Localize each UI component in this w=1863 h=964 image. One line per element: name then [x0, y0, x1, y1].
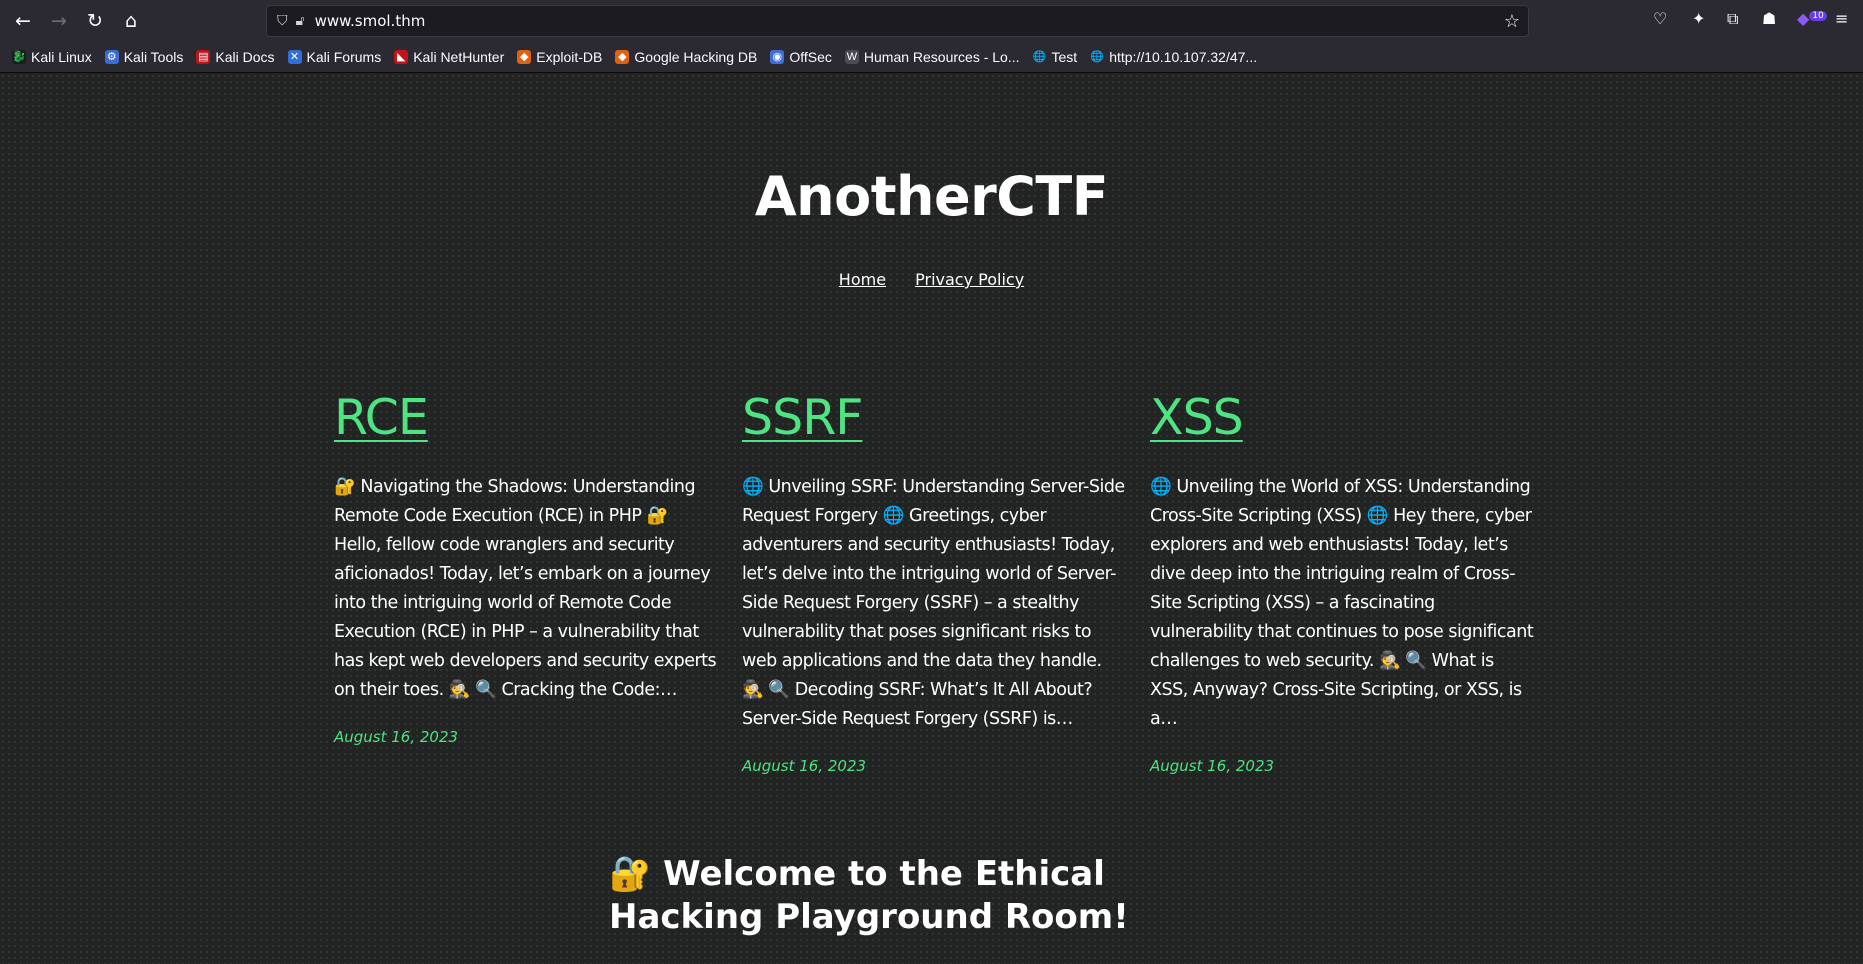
extension-icon[interactable]: ✦ [1692, 9, 1705, 28]
bookmark-favicon-icon: W [844, 50, 859, 64]
bookmark-item[interactable]: 🐉 Kali Linux [12, 49, 92, 65]
bookmark-favicon-icon: ◉ [770, 50, 785, 64]
bookmark-favicon-icon: ⚙ [104, 50, 119, 64]
shield-icon[interactable]: ⛉ [277, 13, 288, 29]
bookmark-item[interactable]: 🌐 Test [1033, 49, 1078, 65]
nav-privacy-policy-link[interactable]: Privacy Policy [915, 270, 1024, 289]
bookmark-favicon-icon: 🐉 [12, 50, 26, 64]
bookmark-favicon-icon: ◣ [394, 50, 409, 64]
bookmark-label: Test [1051, 49, 1078, 65]
post-title-link[interactable]: XSS [1150, 389, 1244, 446]
post-excerpt: 🔐 Navigating the Shadows: Understanding … [334, 477, 717, 700]
bookmark-favicon-icon: 🌐 [1032, 51, 1047, 63]
bookmark-item[interactable]: W Human Resources - Lo... [844, 49, 1020, 65]
bookmark-label: OffSec [789, 49, 832, 65]
pocket-icon[interactable]: ♡ [1653, 9, 1667, 28]
url-bar[interactable]: ⛉ 🔓︎ www.smol.thm ☆ [266, 5, 1529, 37]
bookmark-favicon-icon: ◆ [615, 50, 630, 64]
browser-toolbar: ← → ↻ ⌂ ⛉ 🔓︎ www.smol.thm ☆ ♡ ✦ ⧉ ☗ ◆ 10 … [0, 0, 1863, 42]
home-icon[interactable]: ⌂ [116, 6, 146, 36]
post-title-link[interactable]: RCE [334, 389, 429, 446]
bookmark-item[interactable]: ◉ OffSec [770, 49, 832, 65]
post-card: RCE 🔐 Navigating the Shadows: Understand… [334, 389, 719, 746]
site-title[interactable]: AnotherCTF [0, 165, 1863, 228]
post-date[interactable]: August 16, 2023 [334, 728, 719, 746]
hat-icon[interactable]: ☗ [1762, 9, 1776, 28]
bookmark-label: http://10.10.107.32/47... [1109, 49, 1258, 65]
bookmark-label: Kali Forums [306, 49, 382, 65]
badge-extension-icon[interactable]: ◆ 10 [1797, 9, 1827, 28]
bookmark-favicon-icon: ▤ [196, 50, 211, 64]
bookmark-label: Kali Tools [123, 49, 184, 65]
bookmark-item[interactable]: 🌐 http://10.10.107.32/47... [1090, 49, 1257, 65]
extensions-puzzle-icon[interactable]: ⧉ [1727, 9, 1738, 29]
bookmark-star-icon[interactable]: ☆ [1504, 11, 1520, 32]
bookmark-item[interactable]: ✕ Kali Forums [287, 49, 382, 65]
bookmark-item[interactable]: ◆ Exploit-DB [517, 49, 602, 65]
post-date[interactable]: August 16, 2023 [1150, 757, 1535, 775]
bookmark-item[interactable]: ▤ Kali Docs [196, 49, 275, 65]
bookmark-favicon-icon: ✕ [287, 50, 302, 64]
menu-icon[interactable]: ≡ [1835, 9, 1848, 28]
bookmark-label: Human Resources - Lo... [863, 49, 1020, 65]
bookmark-label: Exploit-DB [536, 49, 603, 65]
nav-home-link[interactable]: Home [839, 270, 886, 289]
bookmarks-bar: 🐉 Kali Linux ⚙ Kali Tools ▤ Kali Docs ✕ Kali Fo… [0, 42, 1863, 73]
welcome-heading: 🔐 Welcome to the Ethical Hacking Playgro… [609, 854, 1129, 937]
post-title-link[interactable]: SSRF [742, 389, 863, 446]
forward-icon[interactable]: → [44, 6, 74, 36]
bookmark-item[interactable]: ⚙ Kali Tools [104, 49, 184, 65]
bookmark-label: Kali Docs [215, 49, 275, 65]
bookmark-item[interactable]: ◆ Google Hacking DB [615, 49, 757, 65]
bookmark-favicon-icon: 🌐 [1090, 51, 1105, 63]
extension-badge: 10 [1809, 10, 1827, 21]
post-excerpt: 🌐 Unveiling SSRF: Understanding Server-S… [742, 477, 1125, 729]
back-icon[interactable]: ← [8, 6, 38, 36]
post-excerpt: 🌐 Unveiling the World of XSS: Understand… [1150, 477, 1534, 729]
post-card: XSS 🌐 Unveiling the World of XSS: Unders… [1150, 389, 1535, 775]
bookmark-label: Google Hacking DB [634, 49, 758, 65]
post-date[interactable]: August 16, 2023 [742, 757, 1127, 775]
reload-icon[interactable]: ↻ [80, 6, 110, 36]
page-content: AnotherCTF Home Privacy Policy RCE 🔐 Nav… [0, 73, 1863, 964]
url-text[interactable]: www.smol.thm [315, 12, 426, 30]
post-card: SSRF 🌐 Unveiling SSRF: Understanding Ser… [742, 389, 1127, 775]
bookmark-favicon-icon: ◆ [517, 50, 532, 64]
lock-icon[interactable]: 🔓︎ [296, 13, 305, 29]
bookmark-label: Kali NetHunter [413, 49, 505, 65]
bookmark-label: Kali Linux [31, 49, 92, 65]
bookmark-item[interactable]: ◣ Kali NetHunter [394, 49, 504, 65]
site-nav: Home Privacy Policy [0, 270, 1863, 289]
